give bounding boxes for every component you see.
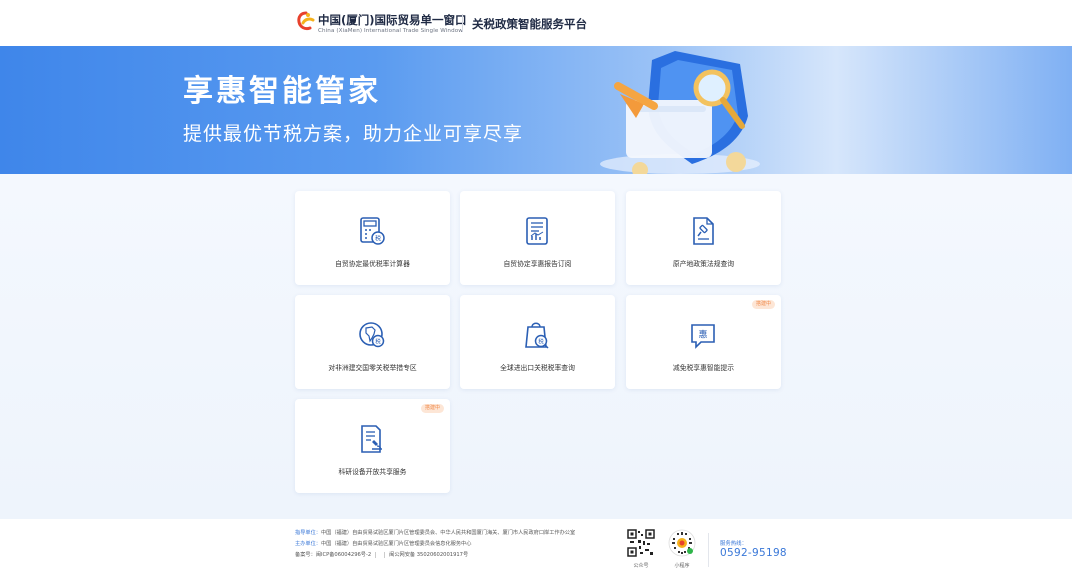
footer-separator <box>375 551 377 558</box>
brand-name[interactable]: 中国(厦门)国际贸易单一窗口 <box>318 12 467 28</box>
card-africa-zero-tariff[interactable]: 税 对非洲建交国零关税举措专区 <box>295 295 450 389</box>
banner-title: 享惠智能管家 <box>183 74 381 109</box>
status-badge: 搭建中 <box>751 300 775 309</box>
footer-host: 主办单位：中国（福建）自由贸易试验区厦门片区管理委员会信息化服务中心 <box>295 540 471 547</box>
guidance-label: 指导单位： <box>295 530 321 536</box>
qr-caption-official: 公众号 <box>633 563 649 569</box>
brand-name-en: China (XiaMen) International Trade Singl… <box>318 28 463 34</box>
platform-title: 关税政策智能服务平台 <box>472 17 587 31</box>
shopping-bag-tax-icon: 税 <box>525 322 549 349</box>
qr-code-mini-program-icon <box>668 529 696 557</box>
banner-illustration-icon <box>600 51 760 174</box>
card-fta-tariff-calculator[interactable]: 税 自贸协定最优税率计算器 <box>295 191 450 285</box>
guidance-value: 中国（福建）自由贸易试验区厦门片区管理委员会、中华人民共和国厦门海关、厦门市人民… <box>320 530 576 536</box>
qr-caption-mini: 小程序 <box>674 563 690 569</box>
footer-separator <box>384 551 386 558</box>
card-fta-report-subscription[interactable]: 自贸协定享惠报告订阅 <box>460 191 615 285</box>
card-label: 对非洲建交国零关税举措专区 <box>328 364 417 372</box>
africa-tax-icon: 税 <box>359 322 385 348</box>
footer-divider <box>708 533 709 567</box>
police-link[interactable]: 闽公网安备 35020602001917号 <box>389 552 468 558</box>
svg-text:税: 税 <box>538 337 544 345</box>
card-label: 全球进出口关税税率查询 <box>500 364 575 372</box>
svg-text:惠: 惠 <box>698 329 707 341</box>
header-divider <box>462 14 463 32</box>
card-global-tariff-query[interactable]: 税 全球进出口关税税率查询 <box>460 295 615 389</box>
calculator-tax-icon: 税 <box>360 217 385 245</box>
card-label: 科研设备开放共享服务 <box>338 468 407 476</box>
host-label: 主办单位： <box>295 541 321 547</box>
card-label: 减免税享惠智能提示 <box>672 364 735 372</box>
single-window-logo-icon[interactable] <box>296 11 316 33</box>
icp-link[interactable]: 备案号：闽ICP备06004296号-2 <box>295 552 371 558</box>
document-microscope-icon <box>361 425 382 453</box>
card-label: 自贸协定最优税率计算器 <box>335 260 410 268</box>
card-tax-exemption-tips[interactable]: 搭建中 惠 减免税享惠智能提示 <box>626 295 781 389</box>
hotline-number: 0592-95198 <box>720 547 787 559</box>
top-header: 中国(厦门)国际贸易单一窗口 China (XiaMen) Internatio… <box>0 0 1072 46</box>
hero-banner: 享惠智能管家 提供最优节税方案，助力企业可享尽享 <box>0 46 1072 174</box>
card-research-equipment-sharing[interactable]: 搭建中 科研设备开放共享服务 <box>295 399 450 493</box>
status-badge: 搭建中 <box>420 404 444 413</box>
page-footer: 指导单位：中国（福建）自由贸易试验区厦门片区管理委员会、中华人民共和国厦门海关、… <box>0 519 1072 579</box>
card-label: 原产地政策法规查询 <box>672 260 735 268</box>
svg-text:税: 税 <box>375 337 381 345</box>
card-origin-policy-query[interactable]: 原产地政策法规查询 <box>626 191 781 285</box>
document-gavel-icon <box>693 217 714 245</box>
qr-code-official-account-icon <box>627 529 655 557</box>
footer-registration: 备案号：闽ICP备06004296号-2 闽公网安备 35020602001917… <box>295 551 468 558</box>
host-value: 中国（福建）自由贸易试验区厦门片区管理委员会信息化服务中心 <box>320 541 472 547</box>
footer-guidance: 指导单位：中国（福建）自由贸易试验区厦门片区管理委员会、中华人民共和国厦门海关、… <box>295 529 575 536</box>
svg-text:税: 税 <box>375 235 381 243</box>
hotline-label: 服务热线： <box>720 541 747 547</box>
card-label: 自贸协定享惠报告订阅 <box>503 260 572 268</box>
chat-hui-icon: 惠 <box>691 324 715 349</box>
report-chart-icon <box>526 217 548 245</box>
banner-subtitle: 提供最优节税方案，助力企业可享尽享 <box>183 123 524 145</box>
